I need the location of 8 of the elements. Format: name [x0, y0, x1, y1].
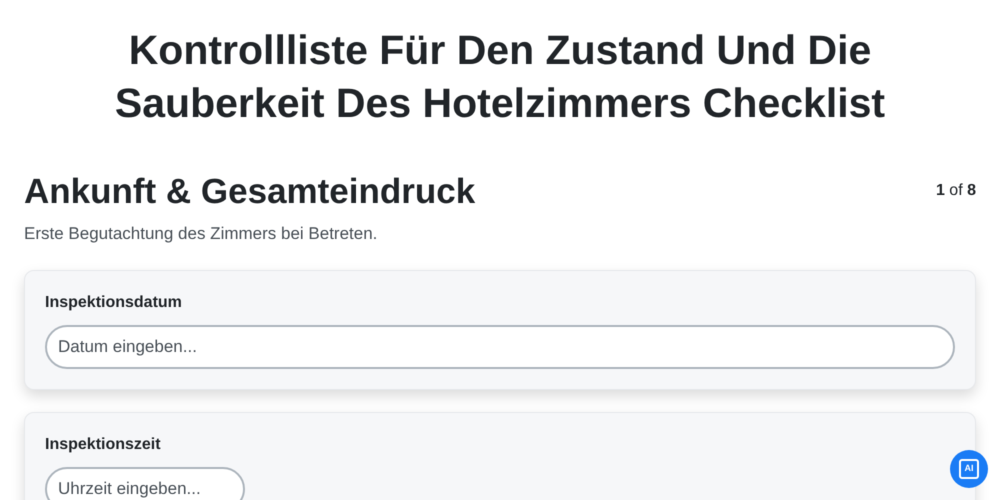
page-counter: 1 of 8 — [936, 180, 976, 201]
input-field[interactable]: Datum eingeben... — [45, 325, 955, 370]
page-title: Kontrollliste Für Den Zustand Und Die Sauberkeit Des Hotelzimmers Checklist — [114, 26, 886, 128]
section-description: Erste Begutachtung des Zimmers bei Betreten. — [24, 222, 378, 245]
field-label: Inspektionszeit — [45, 435, 162, 456]
section-heading: Ankunft & Gesamteindruck — [24, 170, 476, 213]
field-label: Inspektionsdatum — [45, 293, 183, 314]
input-field[interactable]: Uhrzeit eingeben... — [45, 467, 245, 500]
